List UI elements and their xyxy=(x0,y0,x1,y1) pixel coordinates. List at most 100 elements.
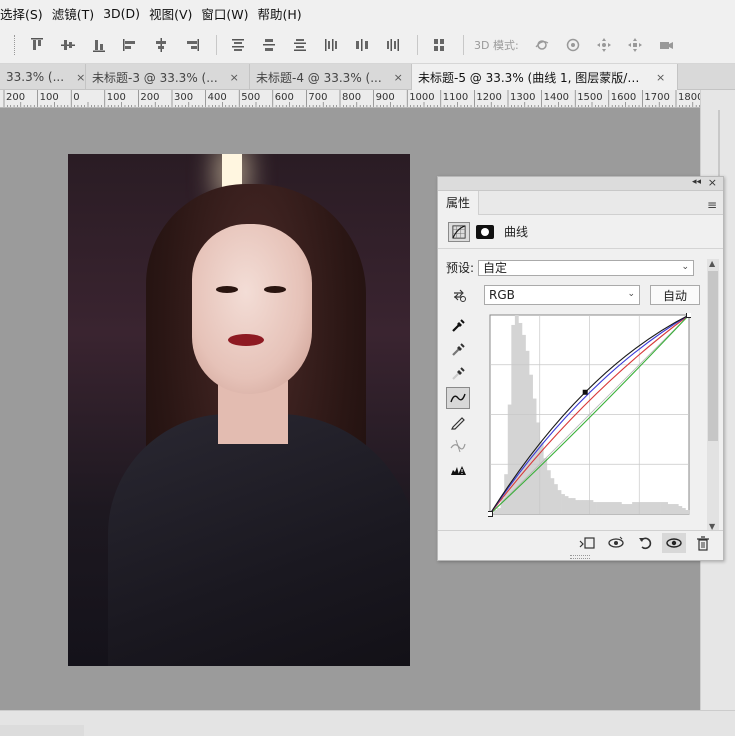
channel-value: RGB xyxy=(489,288,515,302)
align-vcenter-icon[interactable] xyxy=(57,34,79,56)
histogram-bar xyxy=(646,502,651,514)
panel-scrollbar[interactable]: ▲ ▼ xyxy=(707,259,719,531)
align-right-icon[interactable] xyxy=(181,34,203,56)
histogram-bar xyxy=(525,350,530,514)
ruler-label: 1100 xyxy=(442,92,469,103)
toggle-visibility-eye-icon[interactable] xyxy=(662,532,686,553)
scroll-thumb[interactable] xyxy=(708,271,718,441)
doc-tab-4-active[interactable]: 未标题-5 @ 33.3% (曲线 1, 图层蒙版/8) * × xyxy=(412,64,678,90)
histogram-bar xyxy=(561,494,565,514)
panel-header[interactable]: ◂◂ × xyxy=(438,176,723,191)
preset-select[interactable]: 自定 ⌄ xyxy=(478,259,695,276)
doc-tab-3[interactable]: 未标题-4 @ 33.3% (... × xyxy=(250,64,412,90)
horizontal-ruler[interactable]: 200 100 0 100 200 300 400 500 600 700 800 900 1000 11… xyxy=(0,90,700,108)
3d-orbit-icon[interactable] xyxy=(531,34,553,56)
curve-endpoint xyxy=(488,511,493,517)
histogram-bar xyxy=(678,506,683,514)
options-bar-grip[interactable] xyxy=(14,34,16,55)
ruler-label: 400 xyxy=(207,92,227,103)
image-eye xyxy=(264,286,286,293)
histogram-bar xyxy=(681,508,686,514)
ruler-label: 100 xyxy=(106,92,126,103)
edit-points-curve-icon[interactable] xyxy=(446,387,470,409)
histogram-bar xyxy=(667,504,672,514)
distribute-left-icon[interactable] xyxy=(320,34,342,56)
view-previous-state-icon[interactable] xyxy=(604,533,628,553)
sample-black-point-icon[interactable] xyxy=(446,315,470,337)
histogram-bar xyxy=(543,458,548,514)
3d-roll-icon[interactable] xyxy=(562,34,584,56)
distribute-bottom-icon[interactable] xyxy=(289,34,311,56)
delete-trash-icon[interactable] xyxy=(691,533,715,553)
clipping-warning-icon[interactable] xyxy=(446,459,470,481)
auto-button[interactable]: 自动 xyxy=(650,285,700,305)
histogram-bar xyxy=(657,502,661,514)
close-icon[interactable]: × xyxy=(230,71,239,84)
histogram-bar xyxy=(653,502,658,514)
channel-select[interactable]: RGB ⌄ xyxy=(484,285,640,305)
ruler-label: 500 xyxy=(241,92,261,103)
ruler-label: 800 xyxy=(342,92,362,103)
distribute-vcenter-icon[interactable] xyxy=(258,34,280,56)
histogram-bar xyxy=(614,502,619,514)
menu-3d[interactable]: 3D(D) xyxy=(103,6,149,21)
3d-camera-icon[interactable] xyxy=(655,34,677,56)
ruler-label: 200 xyxy=(140,92,160,103)
image-face xyxy=(192,224,312,394)
menu-filter[interactable]: 滤镜(T) xyxy=(52,4,103,23)
collapse-icon[interactable]: ◂◂ xyxy=(692,177,701,187)
toolbar-separator xyxy=(463,34,464,55)
tab-properties[interactable]: 属性 xyxy=(438,190,480,215)
reset-icon[interactable] xyxy=(633,533,657,553)
document-image[interactable] xyxy=(68,154,410,666)
ruler-label: 1000 xyxy=(409,92,435,103)
panel-menu-icon[interactable]: ≡ xyxy=(707,198,717,212)
draw-pencil-icon[interactable] xyxy=(446,411,470,433)
histogram-bar xyxy=(685,510,690,514)
close-icon[interactable]: × xyxy=(394,71,403,84)
3d-slide-icon[interactable] xyxy=(624,34,646,56)
histogram-bar xyxy=(625,504,629,514)
scroll-up-icon[interactable]: ▲ xyxy=(709,259,715,268)
histogram-bar xyxy=(568,498,573,514)
toolbar-separator xyxy=(417,34,418,55)
doc-tab-1[interactable]: 33.3% (... × xyxy=(0,64,86,90)
3d-mode-label: 3D 模式: xyxy=(474,38,519,52)
align-hcenter-icon[interactable] xyxy=(150,34,172,56)
doc-tab-label: 未标题-4 @ 33.3% (... xyxy=(256,70,382,85)
histogram-bar xyxy=(582,500,587,514)
sample-white-point-icon[interactable] xyxy=(446,363,470,385)
smooth-curve-icon[interactable] xyxy=(446,435,470,457)
menu-window[interactable]: 窗口(W) xyxy=(201,4,257,23)
close-icon[interactable]: × xyxy=(708,176,717,189)
histogram-bar xyxy=(660,502,665,514)
distribute-top-icon[interactable] xyxy=(227,34,249,56)
close-icon[interactable]: × xyxy=(76,71,85,84)
panel-resize-grip[interactable] xyxy=(570,555,590,559)
histogram-bar xyxy=(507,404,512,514)
histogram-bar xyxy=(628,504,633,514)
curves-adjustment-icon[interactable] xyxy=(448,221,470,242)
adjustment-type-label: 曲线 xyxy=(504,225,529,239)
auto-align-icon[interactable] xyxy=(428,34,450,56)
align-bottom-icon[interactable] xyxy=(88,34,110,56)
curve-control-point xyxy=(582,389,588,395)
menu-view[interactable]: 视图(V) xyxy=(149,4,201,23)
curves-graph[interactable] xyxy=(488,313,691,518)
close-icon[interactable]: × xyxy=(656,71,665,84)
align-top-icon[interactable] xyxy=(26,34,48,56)
menu-help[interactable]: 帮助(H) xyxy=(258,4,311,23)
doc-tab-2[interactable]: 未标题-3 @ 33.3% (... × xyxy=(86,64,250,90)
menu-select[interactable]: 选择(S) xyxy=(0,4,52,23)
distribute-hcenter-icon[interactable] xyxy=(351,34,373,56)
clip-to-layer-icon[interactable] xyxy=(575,533,599,553)
histogram-bar xyxy=(649,502,654,514)
on-image-adjust-icon[interactable] xyxy=(446,287,472,303)
layer-mask-icon[interactable] xyxy=(476,224,494,239)
distribute-right-icon[interactable] xyxy=(382,34,404,56)
histogram-bar xyxy=(621,504,626,514)
align-left-icon[interactable] xyxy=(119,34,141,56)
3d-pan-icon[interactable] xyxy=(593,34,615,56)
histogram-bar xyxy=(593,502,597,514)
sample-gray-point-icon[interactable] xyxy=(446,339,470,361)
